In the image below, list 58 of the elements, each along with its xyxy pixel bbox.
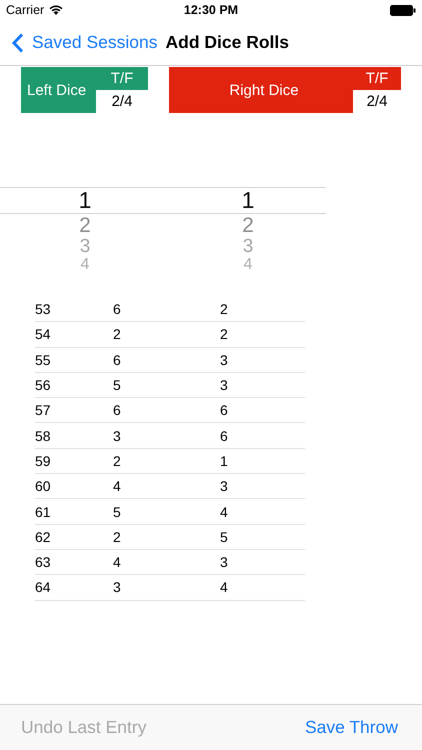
column-header: T/F [110, 70, 134, 87]
roll-number: 60 [35, 478, 51, 494]
picker-option[interactable]: 2 [242, 214, 254, 236]
right-roll-value: 1 [220, 452, 228, 469]
picker-option[interactable]: 4 [244, 257, 252, 269]
back-chevron-icon [12, 32, 24, 52]
left-roll-value: 5 [113, 504, 121, 520]
picker-option[interactable]: 1 [242, 189, 254, 212]
dice-label: Right Dice [229, 82, 299, 98]
picker-option[interactable]: 4 [80, 257, 90, 269]
carrier-label: Carrier [6, 3, 44, 17]
right-roll-value: 3 [220, 554, 228, 570]
picker-option[interactable]: 3 [242, 236, 254, 256]
roll-number: 55 [35, 352, 51, 368]
right-roll-value: 4 [220, 579, 228, 596]
roll-number: 58 [35, 428, 51, 444]
roll-number: 59 [35, 452, 51, 469]
left-roll-value: 6 [113, 352, 121, 368]
right-roll-value: 3 [220, 377, 228, 394]
column-header: T/F [366, 70, 388, 87]
left-roll-value: 4 [113, 554, 121, 570]
roll-number: 63 [35, 554, 51, 570]
score-value: 2/4 [353, 90, 401, 113]
screen-title: Add Dice Rolls [166, 32, 289, 53]
left-roll-value: 2 [113, 326, 121, 342]
score-value: 2/4 [96, 90, 148, 113]
roll-number: 64 [35, 579, 51, 596]
back-button[interactable]: Saved Sessions [12, 32, 158, 53]
right-roll-value: 2 [220, 326, 228, 342]
right-roll-value: 5 [220, 528, 228, 545]
picker-option[interactable]: 1 [78, 189, 92, 212]
right-roll-value: 2 [220, 301, 228, 318]
wifi-icon [49, 5, 64, 15]
right-roll-value: 6 [220, 428, 228, 444]
left-roll-value: 5 [113, 377, 121, 394]
clock-time: 12:30 PM [184, 3, 238, 17]
left-roll-value: 6 [113, 301, 121, 318]
roll-number: 57 [35, 402, 51, 418]
right-roll-value: 3 [220, 352, 228, 368]
left-roll-value: 3 [113, 579, 121, 596]
dice-label: Left Dice [27, 82, 86, 98]
right-roll-value: 4 [220, 504, 228, 520]
right-roll-value: 6 [220, 402, 228, 418]
battery-icon [390, 4, 416, 16]
roll-number: 61 [35, 504, 51, 520]
roll-number: 62 [35, 528, 51, 545]
picker-option[interactable]: 3 [80, 236, 90, 256]
picker-option[interactable]: 2 [79, 214, 91, 236]
save-button[interactable]: Save Throw [304, 717, 398, 738]
roll-number: 53 [35, 301, 51, 318]
right-roll-value: 3 [220, 478, 228, 494]
left-roll-value: 4 [113, 478, 121, 494]
left-roll-value: 3 [113, 428, 121, 444]
left-roll-value: 2 [113, 452, 121, 469]
roll-number: 56 [35, 377, 51, 394]
left-roll-value: 2 [113, 528, 121, 545]
roll-number: 54 [35, 326, 51, 342]
left-roll-value: 6 [113, 402, 121, 418]
